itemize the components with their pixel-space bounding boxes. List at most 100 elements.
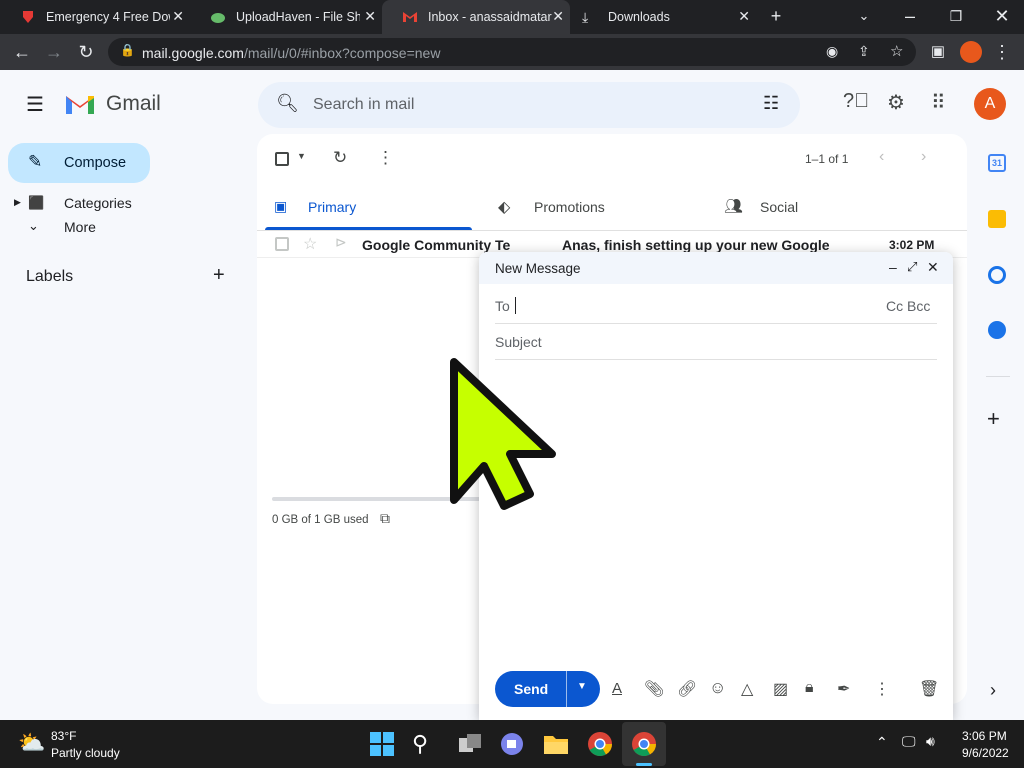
email-checkbox[interactable]: [275, 237, 289, 251]
expand-arrow-icon[interactable]: ▶: [14, 197, 21, 208]
search-options-icon[interactable]: ☷: [763, 93, 779, 114]
compose-header[interactable]: New Message – ⤢ ✕: [479, 252, 953, 284]
browser-tab-inbox[interactable]: Inbox - anassaidmatari ✕: [382, 0, 570, 34]
schedule-send-icon[interactable]: ▼: [577, 681, 587, 692]
volume-icon[interactable]: 🔊︎: [926, 733, 935, 750]
calendar-icon[interactable]: 31: [988, 154, 1006, 172]
browser-menu-icon[interactable]: ⋮: [992, 42, 1012, 62]
close-tab-icon[interactable]: ✕: [552, 8, 564, 25]
compose-title: New Message: [495, 261, 581, 276]
drive-icon[interactable]: △: [741, 679, 753, 699]
browser-toolbar: ← → ↻ 🔒 mail.google.com/mail/u/0/#inbox?…: [0, 34, 1024, 70]
cc-bcc-link[interactable]: Cc Bcc: [886, 298, 930, 314]
prev-page-icon[interactable]: ‹: [879, 148, 884, 166]
more-options-icon[interactable]: ⋮: [377, 148, 394, 168]
apps-grid-icon[interactable]: ⠿: [931, 90, 946, 115]
storage-text: 0 GB of 1 GB used: [272, 514, 369, 526]
task-view-icon[interactable]: [456, 730, 484, 758]
link-icon[interactable]: 🔗︎: [677, 679, 697, 699]
windows-start-icon[interactable]: [368, 730, 396, 758]
close-window-icon[interactable]: ✕: [992, 6, 1012, 26]
select-all-checkbox[interactable]: [275, 152, 289, 166]
side-panel-icon[interactable]: ▣: [928, 42, 948, 62]
reload-icon[interactable]: ↻: [76, 42, 96, 62]
select-dropdown-icon[interactable]: ▼: [297, 151, 306, 161]
browser-tab-uploadhaven[interactable]: UploadHaven - File Sha ✕: [190, 0, 382, 34]
clock-time[interactable]: 3:06 PM: [962, 729, 1007, 743]
photo-icon[interactable]: ▨: [773, 679, 788, 699]
weather-icon[interactable]: ⛅: [18, 730, 45, 756]
inbox-icon: ▣: [274, 198, 288, 214]
clock-date[interactable]: 9/6/2022: [962, 746, 1009, 760]
help-icon[interactable]: ?⃝: [843, 90, 869, 113]
tasks-icon[interactable]: [988, 266, 1006, 284]
to-field[interactable]: To Cc Bcc: [495, 288, 937, 324]
search-input[interactable]: Search in mail: [313, 96, 414, 114]
nav-categories[interactable]: Categories: [64, 195, 132, 211]
share-icon[interactable]: ⇪: [858, 43, 870, 60]
browser-tab-emergency[interactable]: Emergency 4 Free Dow ✕: [0, 0, 190, 34]
tab-social[interactable]: Social: [760, 199, 798, 215]
confidential-mode-icon[interactable]: 🔒︎: [805, 679, 814, 697]
expand-panel-icon[interactable]: ›: [990, 680, 996, 701]
lock-icon: 🔒: [120, 43, 135, 57]
file-explorer-icon[interactable]: [542, 730, 570, 758]
rail-divider: [986, 376, 1010, 377]
taskbar-search-icon[interactable]: ⚲: [412, 730, 440, 758]
add-addon-icon[interactable]: +: [987, 406, 1000, 432]
attach-icon[interactable]: 📎︎: [644, 679, 664, 699]
importance-marker-icon[interactable]: ⊳: [335, 234, 347, 251]
weather-temp: 83°F: [51, 729, 77, 743]
discard-draft-icon[interactable]: 🗑︎: [919, 679, 939, 699]
bookmark-star-icon[interactable]: ☆: [890, 42, 903, 60]
formatting-icon[interactable]: A: [612, 680, 622, 697]
signature-icon[interactable]: ✒: [837, 679, 850, 699]
next-page-icon[interactable]: ›: [921, 148, 926, 166]
external-link-icon[interactable]: ⧉: [380, 510, 390, 527]
browser-tab-downloads[interactable]: ⤓ Downloads ✕: [570, 0, 756, 34]
address-bar[interactable]: 🔒 mail.google.com/mail/u/0/#inbox?compos…: [108, 38, 916, 66]
refresh-icon[interactable]: ↻: [333, 148, 347, 168]
forward-icon[interactable]: →: [44, 42, 64, 62]
more-compose-options-icon[interactable]: ⋮: [874, 679, 890, 699]
to-label: To: [495, 298, 510, 314]
minimize-icon[interactable]: –: [889, 259, 897, 275]
pencil-icon: ✎: [28, 152, 43, 171]
chevron-down-icon[interactable]: ⌄: [28, 218, 39, 234]
emoji-icon[interactable]: ☺: [709, 678, 726, 698]
show-hidden-icons-icon[interactable]: ⌃: [876, 734, 888, 751]
new-tab-icon[interactable]: +: [766, 6, 786, 26]
close-tab-icon[interactable]: ✕: [738, 8, 750, 25]
compose-button[interactable]: ✎ Compose: [8, 143, 150, 183]
nav-more[interactable]: More: [64, 219, 96, 235]
keep-icon[interactable]: [988, 210, 1006, 228]
minimize-window-icon[interactable]: –: [900, 6, 920, 26]
network-icon[interactable]: 🖵︎: [902, 733, 916, 750]
send-divider: [566, 671, 567, 707]
close-tab-icon[interactable]: ✕: [172, 8, 184, 25]
teams-chat-icon[interactable]: [498, 730, 526, 758]
tab-promotions[interactable]: Promotions: [534, 199, 605, 215]
send-button[interactable]: Send ▼: [495, 671, 600, 707]
chrome-icon[interactable]: [586, 730, 614, 758]
contacts-icon[interactable]: [988, 321, 1006, 339]
fullscreen-icon[interactable]: ⤢: [907, 259, 917, 275]
eye-icon[interactable]: ◉: [826, 43, 838, 60]
back-icon[interactable]: ←: [12, 42, 32, 62]
tab-search-icon[interactable]: ⌄: [854, 6, 874, 26]
chrome-active-icon[interactable]: [630, 730, 658, 758]
star-icon[interactable]: ☆: [303, 234, 317, 254]
restore-window-icon[interactable]: ❐: [946, 6, 966, 26]
main-menu-icon[interactable]: ☰: [26, 92, 44, 117]
profile-avatar[interactable]: [960, 41, 982, 63]
red-download-icon: [23, 11, 33, 23]
windows-taskbar: ⛅ 83°F Partly cloudy ⚲ ⌃ 🖵︎ 🔊︎ 3:06 PM 9…: [0, 720, 1024, 768]
tab-primary[interactable]: Primary: [308, 199, 356, 215]
close-compose-icon[interactable]: ✕: [927, 259, 939, 276]
search-bar[interactable]: 🔍︎ Search in mail ☷: [258, 82, 800, 128]
cloud-icon: [211, 13, 225, 23]
account-avatar[interactable]: A: [974, 88, 1006, 120]
add-label-icon[interactable]: +: [213, 264, 225, 287]
close-tab-icon[interactable]: ✕: [364, 8, 376, 25]
settings-gear-icon[interactable]: ⚙: [887, 90, 905, 115]
